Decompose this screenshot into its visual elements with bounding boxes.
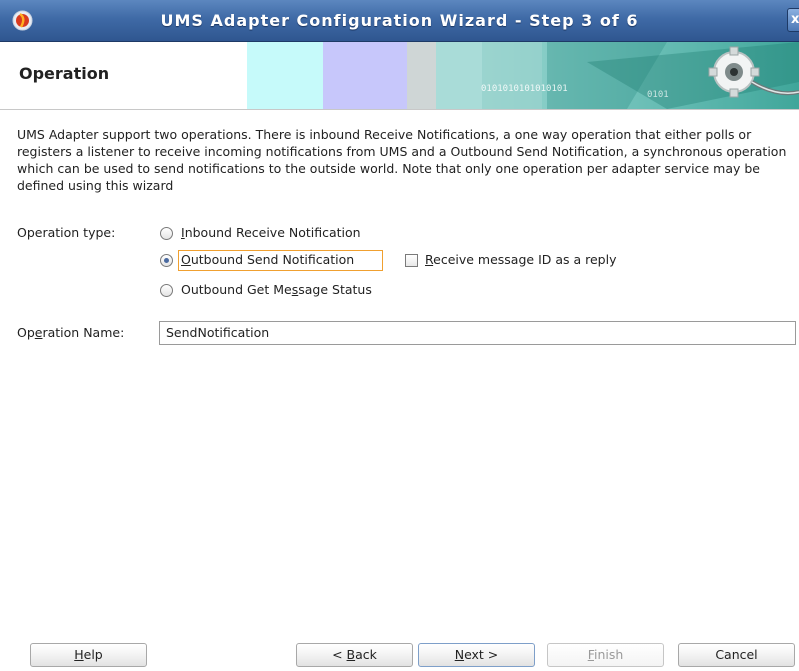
receive-message-id-checkbox[interactable] bbox=[405, 254, 418, 267]
close-icon[interactable]: x bbox=[787, 8, 799, 32]
inbound-receive-notification-label[interactable]: Inbound Receive Notification bbox=[181, 225, 361, 240]
operation-type-label: Operation type: bbox=[17, 225, 116, 240]
operation-name-label: Operation Name: bbox=[17, 325, 125, 340]
back-button[interactable]: < Back bbox=[296, 643, 413, 667]
banner-binary-text-2: 0101 bbox=[647, 90, 669, 100]
operation-name-input[interactable]: SendNotification bbox=[159, 321, 796, 345]
finish-button[interactable]: Finish bbox=[547, 643, 664, 667]
outbound-get-message-status-label[interactable]: Outbound Get Message Status bbox=[181, 282, 372, 297]
radio-inbound-receive-notification[interactable] bbox=[160, 227, 173, 240]
help-button[interactable]: Help bbox=[30, 643, 147, 667]
banner-binary-text: 0101010101010101 bbox=[481, 84, 568, 94]
cancel-button[interactable]: Cancel bbox=[678, 643, 795, 667]
window-title: UMS Adapter Configuration Wizard - Step … bbox=[160, 11, 639, 30]
next-button[interactable]: Next > bbox=[418, 643, 535, 667]
window-titlebar[interactable]: UMS Adapter Configuration Wizard - Step … bbox=[0, 0, 799, 42]
receive-message-id-label[interactable]: Receive message ID as a reply bbox=[425, 252, 617, 267]
page-title: Operation bbox=[19, 64, 110, 83]
radio-outbound-get-message-status[interactable] bbox=[160, 284, 173, 297]
outbound-send-notification-label[interactable]: Outbound Send Notification bbox=[181, 252, 354, 267]
banner-graphic: 0101010101010101 0101 bbox=[247, 42, 799, 109]
step-description: UMS Adapter support two operations. Ther… bbox=[17, 127, 787, 193]
wizard-banner: Operation 0101010101010101 0101 bbox=[0, 42, 799, 110]
radio-outbound-send-notification[interactable] bbox=[160, 254, 173, 267]
